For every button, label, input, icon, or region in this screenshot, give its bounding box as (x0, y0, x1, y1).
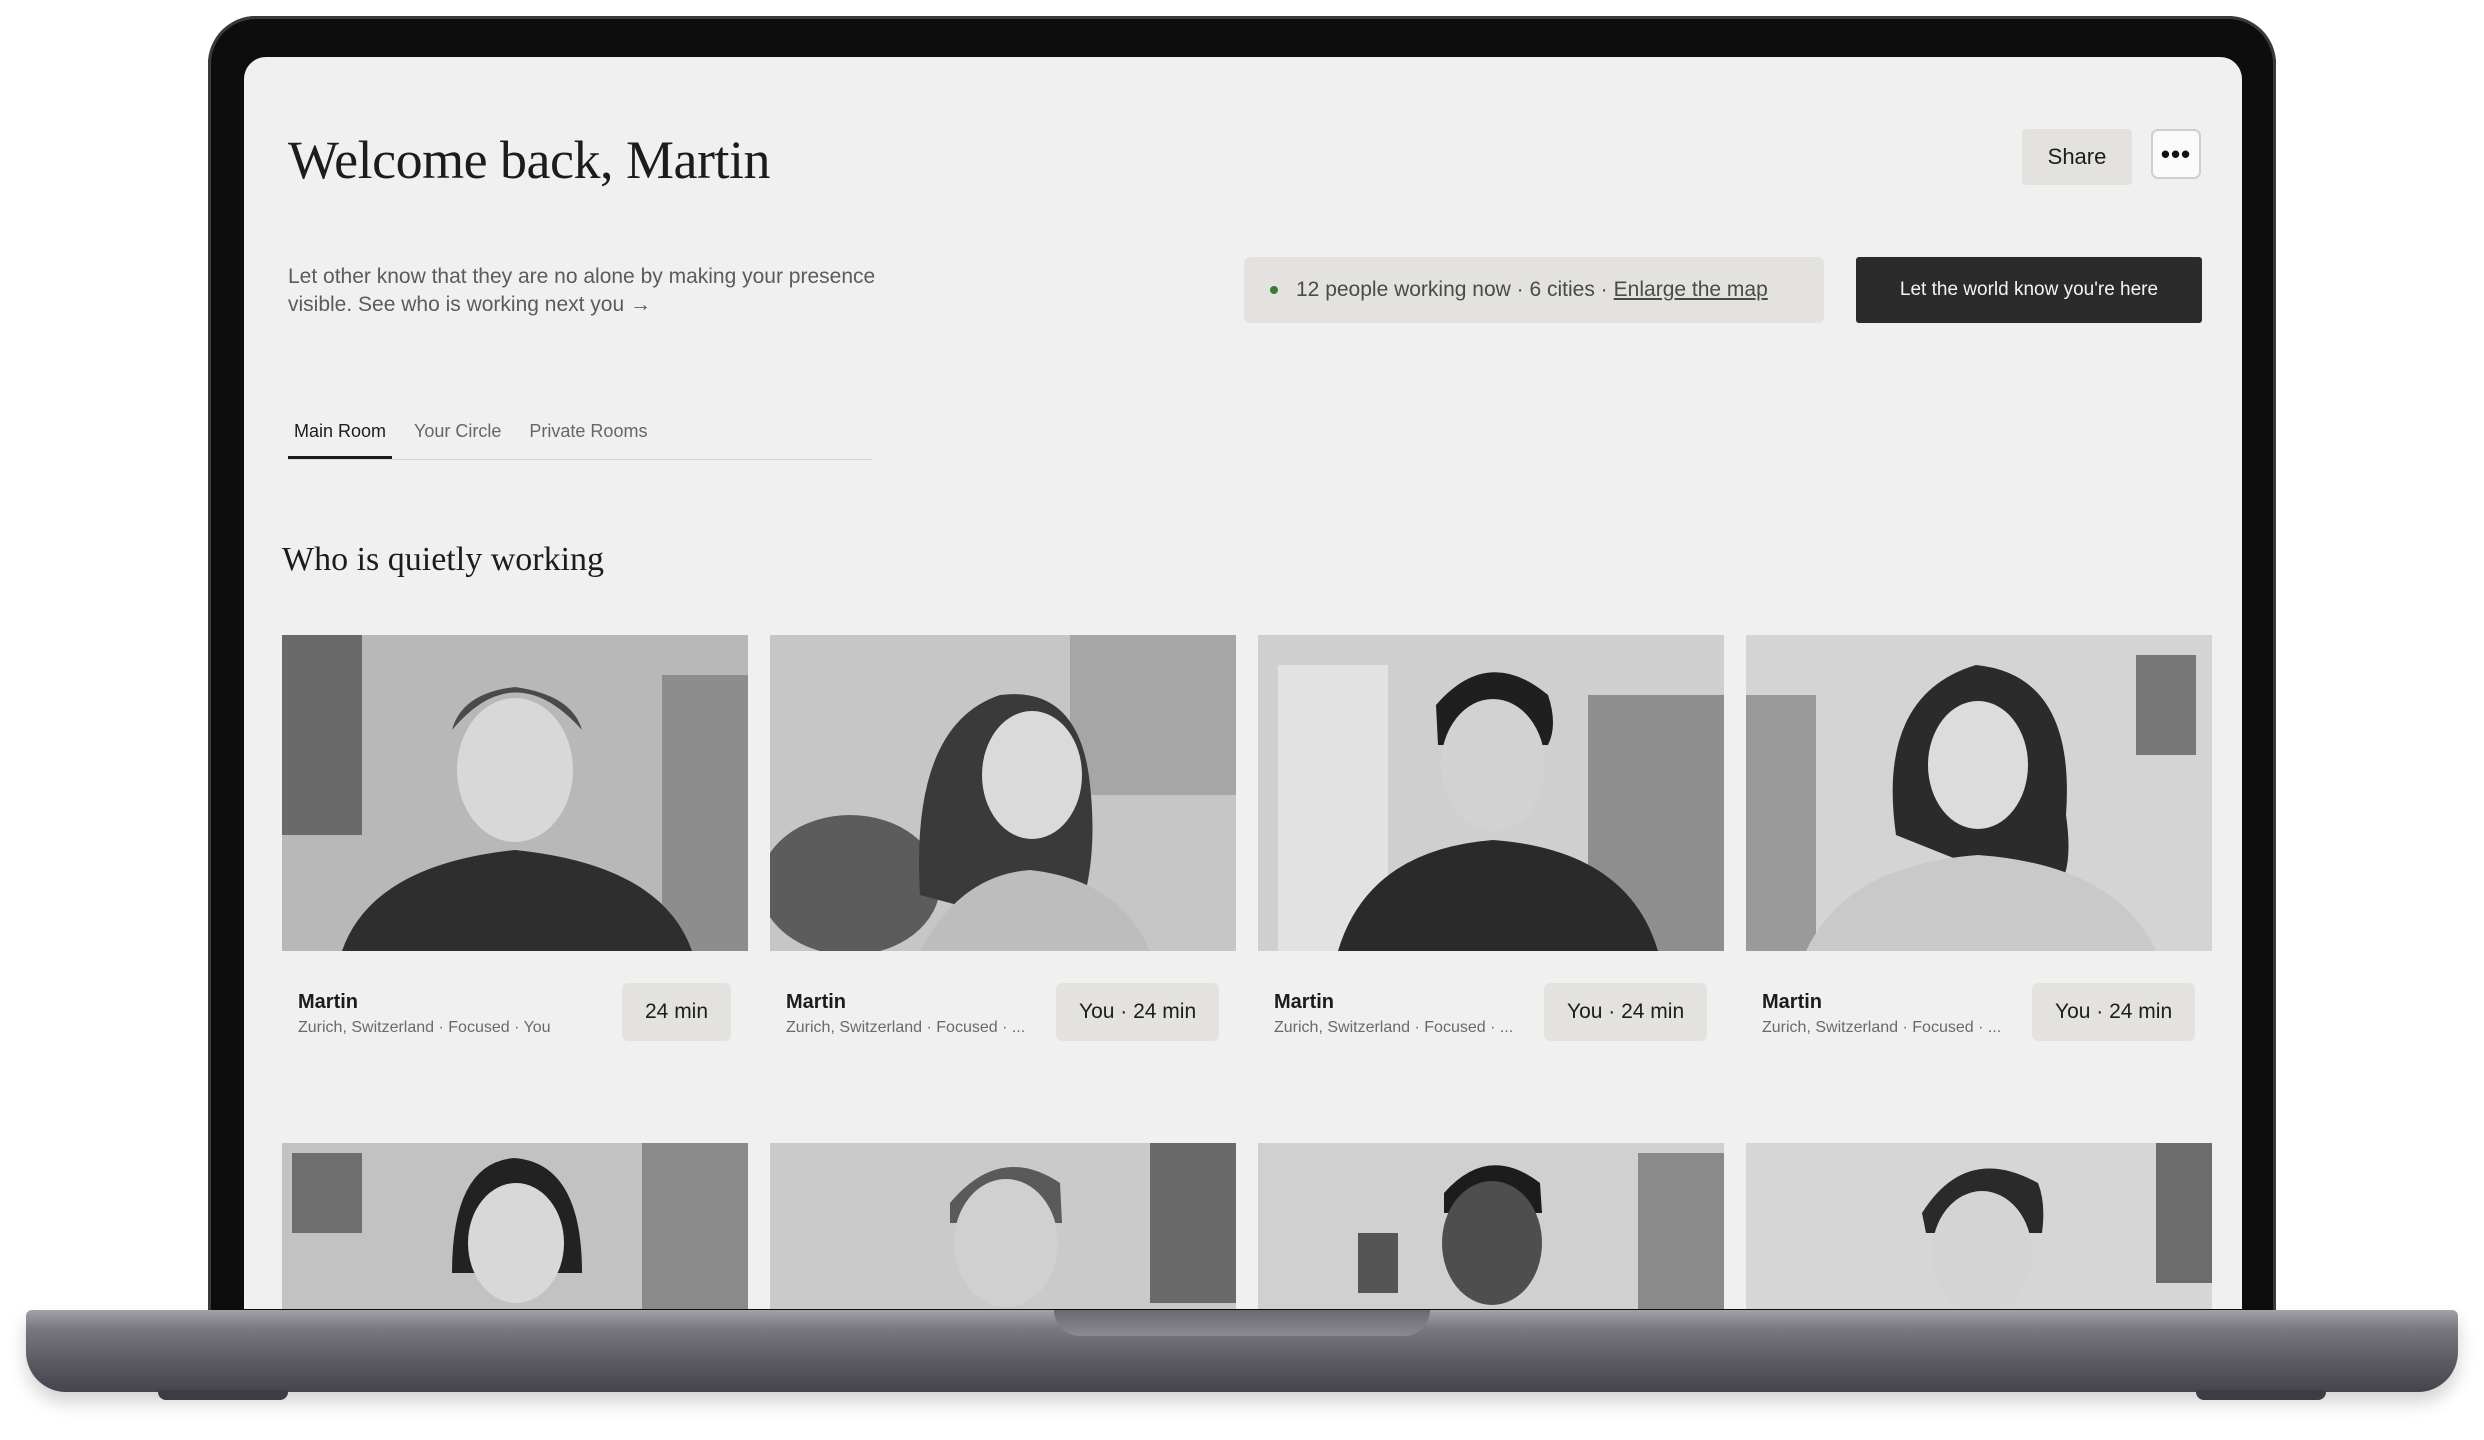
person-meta: Zurich, Switzerland · Focused · You (298, 1019, 551, 1036)
laptop-foot-right (2196, 1390, 2326, 1400)
announce-presence-button[interactable]: Let the world know you're here (1856, 257, 2202, 323)
person-photo (1258, 1143, 1724, 1309)
focus-time-badge: You · 24 min (1544, 983, 1708, 1041)
tab-main-room[interactable]: Main Room (288, 411, 393, 459)
page-title: Welcome back, Martin (288, 130, 770, 190)
person-photo (770, 635, 1236, 951)
person-name: Martin (1274, 991, 1334, 1013)
more-options-button[interactable]: ••• (2151, 129, 2201, 179)
person-photo (1258, 635, 1724, 951)
person-meta: Zurich, Switzerland · Focused · ... (1274, 1019, 1514, 1036)
person-meta: Zurich, Switzerland · Focused · ... (1762, 1019, 2002, 1036)
room-tabs: Main Room Your Circle Private Rooms (288, 411, 872, 460)
focus-time-badge: You · 24 min (2032, 983, 2196, 1041)
tab-your-circle[interactable]: Your Circle (408, 411, 507, 457)
app-screen: Welcome back, Martin Share ••• Let other… (244, 57, 2242, 1309)
focus-time-badge: You · 24 min (1056, 983, 1220, 1041)
tab-private-rooms[interactable]: Private Rooms (523, 411, 653, 457)
online-dot-icon (1270, 286, 1278, 294)
presence-status: 12 people working now · 6 cities · Enlar… (1244, 257, 1824, 323)
intro-text: Let other know that they are no alone by… (288, 265, 876, 316)
presence-summary: 12 people working now · 6 cities · (1296, 278, 1608, 301)
section-title: Who is quietly working (282, 541, 605, 578)
share-button[interactable]: Share (2022, 129, 2132, 185)
laptop-foot-left (158, 1390, 288, 1400)
person-name: Martin (786, 991, 846, 1013)
person-photo (1746, 635, 2212, 951)
person-photo (282, 635, 748, 951)
person-meta: Zurich, Switzerland · Focused · ... (786, 1019, 1026, 1036)
person-photo (1746, 1143, 2212, 1309)
person-photo (770, 1143, 1236, 1309)
person-name: Martin (1762, 991, 1822, 1013)
enlarge-map-link[interactable]: Enlarge the map (1614, 278, 1768, 302)
laptop-notch (1054, 1310, 1430, 1336)
focus-time-badge: 24 min (622, 983, 732, 1041)
person-photo (282, 1143, 748, 1309)
person-name: Martin (298, 991, 358, 1013)
